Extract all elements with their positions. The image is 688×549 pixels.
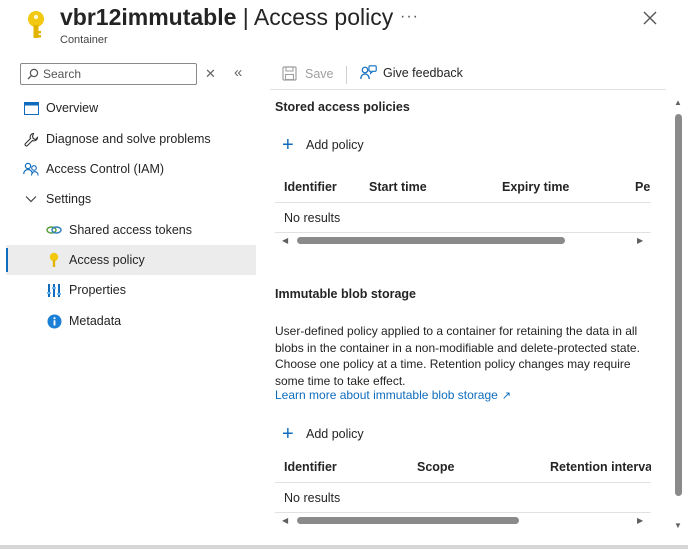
title-separator: | bbox=[242, 4, 249, 30]
no-results-text: No results bbox=[284, 491, 341, 505]
sidebar-item-metadata[interactable]: Metadata bbox=[6, 306, 256, 336]
sidebar-item-label: Settings bbox=[46, 192, 92, 206]
wrench-icon bbox=[23, 131, 39, 147]
sidebar-item-label: Access Control (IAM) bbox=[46, 162, 165, 176]
close-icon[interactable] bbox=[640, 8, 660, 28]
grid-header: Identifier Scope Retention interval bbox=[275, 453, 651, 483]
clear-filter-icon[interactable]: ✕ bbox=[205, 66, 216, 82]
add-stored-policy-button[interactable]: + Add policy bbox=[282, 134, 364, 156]
column-header[interactable]: Start time bbox=[369, 180, 427, 194]
sidebar-item-label: Access policy bbox=[69, 253, 145, 267]
feedback-label: Give feedback bbox=[383, 66, 463, 80]
resource-type: Container bbox=[60, 34, 108, 46]
vertical-scrollbar[interactable]: ▲ ▼ bbox=[672, 96, 684, 536]
page-name: Access policy bbox=[253, 4, 394, 30]
properties-icon bbox=[46, 282, 62, 298]
sidebar-item-overview[interactable]: Overview bbox=[6, 93, 256, 123]
link-icon bbox=[46, 222, 62, 238]
column-header[interactable]: Scope bbox=[417, 460, 455, 474]
chevron-down-icon bbox=[23, 191, 39, 207]
grid-header: Identifier Start time Expiry time Per bbox=[275, 173, 651, 203]
scroll-right-icon[interactable]: ▶ bbox=[637, 236, 643, 245]
horizontal-scrollbar[interactable]: ◀ ▶ bbox=[275, 234, 651, 246]
sidebar-item-iam[interactable]: Access Control (IAM) bbox=[6, 154, 256, 184]
key-icon bbox=[46, 252, 62, 268]
window-bottom-edge bbox=[0, 545, 688, 549]
column-header[interactable]: Identifier bbox=[284, 180, 337, 194]
overview-icon bbox=[23, 100, 39, 116]
info-icon bbox=[46, 313, 62, 329]
empty-row: No results bbox=[275, 483, 651, 513]
scroll-left-icon[interactable]: ◀ bbox=[282, 236, 288, 245]
give-feedback-button[interactable]: Give feedback bbox=[360, 65, 463, 81]
column-header[interactable]: Expiry time bbox=[502, 180, 569, 194]
command-bar: Save Give feedback bbox=[270, 62, 666, 90]
people-icon bbox=[23, 161, 39, 177]
scroll-up-icon[interactable]: ▲ bbox=[674, 98, 682, 107]
no-results-text: No results bbox=[284, 211, 341, 225]
stored-policies-title: Stored access policies bbox=[275, 100, 410, 114]
scroll-thumb[interactable] bbox=[675, 114, 682, 496]
save-icon bbox=[282, 66, 297, 81]
scroll-thumb[interactable] bbox=[297, 237, 565, 244]
scroll-right-icon[interactable]: ▶ bbox=[637, 516, 643, 525]
column-header[interactable]: Retention interval bbox=[550, 460, 651, 474]
toolbar-divider bbox=[346, 66, 347, 84]
scroll-left-icon[interactable]: ◀ bbox=[282, 516, 288, 525]
column-header[interactable]: Per bbox=[635, 180, 651, 194]
sidebar-group-settings[interactable]: Settings bbox=[6, 184, 256, 214]
sidebar-item-label: Metadata bbox=[69, 314, 122, 328]
collapse-menu-icon[interactable]: « bbox=[234, 64, 242, 81]
save-button[interactable]: Save bbox=[282, 66, 334, 81]
blade-header: vbr12immutable | Access policy Container… bbox=[0, 0, 688, 56]
immutable-description: User-defined policy applied to a contain… bbox=[275, 324, 640, 388]
key-icon bbox=[28, 11, 44, 38]
horizontal-scrollbar[interactable]: ◀ ▶ bbox=[275, 514, 651, 526]
sidebar-item-label: Properties bbox=[69, 283, 126, 297]
save-label: Save bbox=[305, 66, 334, 81]
add-icon: + bbox=[282, 134, 294, 156]
sidebar-item-access-policy[interactable]: Access policy bbox=[6, 245, 256, 275]
sidebar-item-label: Shared access tokens bbox=[69, 223, 192, 237]
add-immutable-policy-button[interactable]: + Add policy bbox=[282, 423, 364, 445]
feedback-icon bbox=[360, 65, 377, 80]
page-title: vbr12immutable | Access policy bbox=[60, 4, 393, 31]
scroll-thumb[interactable] bbox=[297, 517, 519, 524]
sidebar-item-properties[interactable]: Properties bbox=[6, 275, 256, 305]
sidebar-item-diagnose[interactable]: Diagnose and solve problems bbox=[6, 124, 256, 154]
search-box[interactable] bbox=[20, 63, 197, 85]
learn-more-link[interactable]: Learn more about immutable blob storage ↗ bbox=[275, 388, 511, 402]
empty-row: No results bbox=[275, 203, 651, 233]
external-link-icon: ↗ bbox=[501, 390, 512, 402]
add-policy-label: Add policy bbox=[306, 138, 364, 152]
resource-name: vbr12immutable bbox=[60, 4, 237, 30]
column-header[interactable]: Identifier bbox=[284, 460, 337, 474]
more-options-icon[interactable]: ··· bbox=[400, 8, 419, 26]
search-input[interactable] bbox=[43, 66, 193, 82]
learn-more-label: Learn more about immutable blob storage bbox=[275, 388, 498, 402]
sidebar-item-label: Overview bbox=[46, 101, 99, 115]
search-icon bbox=[27, 68, 39, 80]
add-policy-label: Add policy bbox=[306, 427, 364, 441]
immutable-storage-title: Immutable blob storage bbox=[275, 287, 416, 301]
main-content: Stored access policies + Add policy Iden… bbox=[270, 92, 670, 532]
add-icon: + bbox=[282, 423, 294, 445]
sidebar-item-shared-access-tokens[interactable]: Shared access tokens bbox=[6, 215, 256, 245]
sidebar-item-label: Diagnose and solve problems bbox=[46, 132, 211, 146]
scroll-down-icon[interactable]: ▼ bbox=[674, 521, 682, 530]
